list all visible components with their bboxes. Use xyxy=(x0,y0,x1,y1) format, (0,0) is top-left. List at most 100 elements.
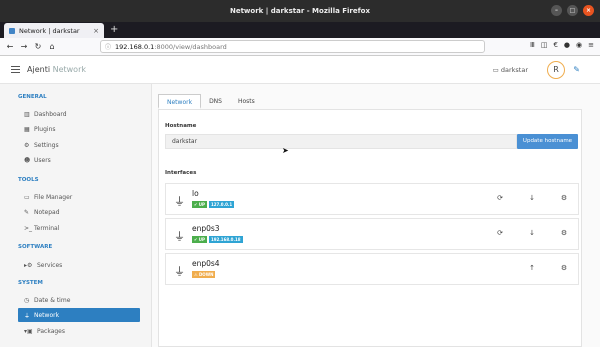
plug-icon: ⏚ xyxy=(174,195,185,208)
server-icon: ▭ xyxy=(492,66,499,74)
sidebar-item-label: Notepad xyxy=(34,208,60,216)
browser-tab[interactable]: Network | darkstar × xyxy=(4,23,104,38)
window-controls: – □ × xyxy=(551,5,594,16)
sidebar-item-users[interactable]: ☻ Users xyxy=(18,153,140,167)
status-badge: ✔ UP xyxy=(192,236,207,243)
up-arrow-icon[interactable]: ↑ xyxy=(526,264,538,272)
sidebar-item-label: Dashboard xyxy=(34,110,67,118)
new-tab-button[interactable]: + xyxy=(110,24,118,35)
sidebar-item-services[interactable]: ▸⚙ Services xyxy=(18,258,140,272)
network-panel: Hostname darkstar Update hostname Interf… xyxy=(158,109,582,347)
window-title: Network | darkstar - Mozilla Firefox – □… xyxy=(0,0,600,22)
clock-icon: ◷ xyxy=(24,296,30,304)
url-bar[interactable]: ⓘ 192.168.0.1:8000/view/dashboard xyxy=(100,40,485,53)
status-badge: ✔ UP xyxy=(192,201,207,208)
host-indicator: ▭ darkstar xyxy=(493,66,528,74)
sidebar-icon[interactable]: ◫ xyxy=(541,41,548,49)
toolbar-extensions: Ⅲ ◫ € ● ◉ ≡ xyxy=(530,41,594,49)
library-icon[interactable]: Ⅲ xyxy=(530,41,535,49)
restart-icon[interactable]: ⟳ xyxy=(494,229,506,237)
hamburger-icon[interactable] xyxy=(11,64,20,75)
sidebar-item-label: Plugins xyxy=(34,125,56,133)
minimize-button[interactable]: – xyxy=(551,5,562,16)
mouse-cursor-icon: ➤ xyxy=(282,146,289,155)
sidebar-item-settings[interactable]: ⚙ Settings xyxy=(18,138,140,152)
maximize-button[interactable]: □ xyxy=(567,5,578,16)
down-arrow-icon[interactable]: ↓ xyxy=(526,194,538,202)
menu-icon[interactable]: ≡ xyxy=(588,41,594,49)
extension-icon[interactable]: € xyxy=(553,41,557,49)
sidebar: GENERAL ▥ Dashboard ▦ Plugins ⚙ Settings ☻ U… xyxy=(0,84,152,347)
sidebar-item-label: Terminal xyxy=(34,224,60,232)
account-icon[interactable]: ● xyxy=(564,41,570,49)
sidebar-item-label: Date & time xyxy=(34,296,71,304)
addon-icon[interactable]: ◉ xyxy=(576,41,582,49)
app-header: Ajenti Network ▭ darkstar R ✎ xyxy=(0,56,600,84)
ip-badge: 192.168.0.18 xyxy=(208,236,243,243)
sidebar-item-label: Services xyxy=(37,261,63,269)
update-hostname-button[interactable]: Update hostname xyxy=(517,134,578,149)
close-tab-icon[interactable]: × xyxy=(93,27,99,35)
favicon-icon xyxy=(9,27,15,34)
interface-name: lo xyxy=(192,189,199,198)
sidebar-item-packages[interactable]: ▾▣ Packages xyxy=(18,324,140,338)
host-name: darkstar xyxy=(500,66,528,74)
sidebar-item-file-manager[interactable]: ▭ File Manager xyxy=(18,190,140,204)
plug-icon: ⏚ xyxy=(174,230,185,243)
interface-row: ⏚ enp0s4 ⚠ DOWN ↑ ⚙ xyxy=(165,253,579,285)
brand: Ajenti Network xyxy=(27,65,86,74)
status-text: UP xyxy=(198,202,205,207)
sidebar-item-label: Network xyxy=(34,311,60,319)
gear-icon[interactable]: ⚙ xyxy=(558,194,570,202)
tab-hosts[interactable]: Hosts xyxy=(230,94,263,109)
gear-icon[interactable]: ⚙ xyxy=(558,229,570,237)
ip-badge: 127.0.0.1 xyxy=(208,201,235,208)
sidebar-item-network[interactable]: ⏚ Network xyxy=(18,308,140,322)
gear-icon: ⚙ xyxy=(24,141,30,149)
reload-icon[interactable]: ↻ xyxy=(32,42,44,51)
interface-row: ⏚ enp0s3 ✔ UP 192.168.0.18 ⟳ ↓ ⚙ xyxy=(165,218,579,250)
url-path: :8000/view/dashboard xyxy=(154,42,227,51)
restart-icon[interactable]: ⟳ xyxy=(494,194,506,202)
sidebar-item-label: Packages xyxy=(37,327,65,335)
interfaces-heading: Interfaces xyxy=(165,170,197,176)
status-text: UP xyxy=(198,237,205,242)
page: Ajenti Network ▭ darkstar R ✎ GENERAL ▥ D… xyxy=(0,56,600,347)
users-icon: ☻ xyxy=(24,156,31,164)
sidebar-section-tools: TOOLS xyxy=(18,177,39,183)
chart-icon: ▥ xyxy=(24,110,30,118)
tab-network[interactable]: Network xyxy=(158,94,202,109)
status-badge: ⚠ DOWN xyxy=(192,271,216,278)
avatar[interactable]: R xyxy=(547,61,565,79)
close-window-button[interactable]: × xyxy=(583,5,594,16)
url-host: 192.168.0.1 xyxy=(115,42,155,51)
sidebar-item-notepad[interactable]: ✎ Notepad xyxy=(18,205,140,219)
home-icon[interactable]: ⌂ xyxy=(46,42,58,51)
hostname-heading: Hostname xyxy=(165,123,197,129)
pencil-icon: ✎ xyxy=(24,208,30,216)
window-title-text: Network | darkstar - Mozilla Firefox xyxy=(229,7,371,15)
plug-icon: ⏚ xyxy=(174,265,185,278)
wrench-icon[interactable]: ✎ xyxy=(573,65,580,74)
sidebar-item-dashboard[interactable]: ▥ Dashboard xyxy=(18,107,140,121)
sidebar-item-label: Settings xyxy=(34,141,59,149)
site-info-icon[interactable]: ⓘ xyxy=(105,42,111,51)
sidebar-item-plugins[interactable]: ▦ Plugins xyxy=(18,122,140,136)
terminal-icon: >_ xyxy=(24,224,33,232)
gear-icon[interactable]: ⚙ xyxy=(558,264,570,272)
plug-icon: ⏚ xyxy=(24,312,31,320)
gears-icon: ▸⚙ xyxy=(24,261,33,269)
nav-bar: ← → ↻ ⌂ ⓘ 192.168.0.1:8000/view/dashboar… xyxy=(0,38,600,56)
packages-icon: ▾▣ xyxy=(24,327,33,335)
sidebar-item-date-time[interactable]: ◷ Date & time xyxy=(18,293,140,307)
hostname-input[interactable]: darkstar xyxy=(165,134,517,149)
forward-icon[interactable]: → xyxy=(18,42,30,51)
sidebar-section-system: SYSTEM xyxy=(18,280,43,286)
grid-icon: ▦ xyxy=(24,125,30,133)
content-tabs: Network DNS Hosts xyxy=(158,94,263,109)
down-arrow-icon[interactable]: ↓ xyxy=(526,229,538,237)
sidebar-item-terminal[interactable]: >_ Terminal xyxy=(18,221,140,235)
back-icon[interactable]: ← xyxy=(4,42,16,51)
tab-dns[interactable]: DNS xyxy=(201,94,230,109)
main-content: Network DNS Hosts Hostname darkstar Upda… xyxy=(152,84,600,347)
